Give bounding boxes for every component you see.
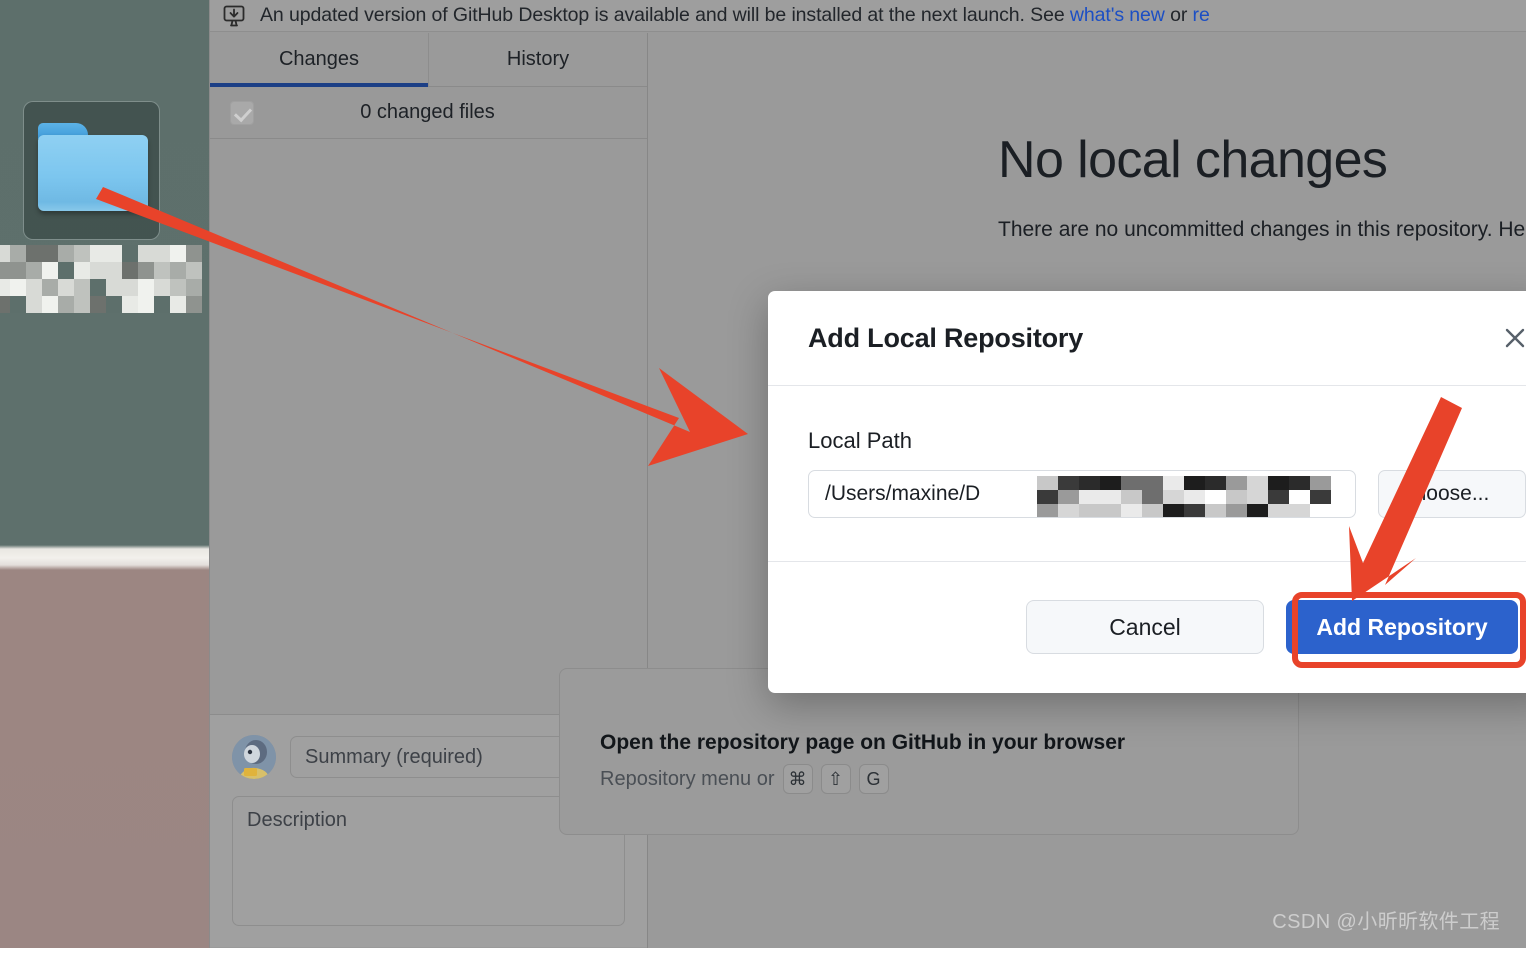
release-notes-link[interactable]: re <box>1193 4 1210 26</box>
desktop-download-icon <box>222 5 246 27</box>
suggestion-subtitle: Repository menu or ⌘ ⇧ G <box>600 764 1258 794</box>
add-repository-button[interactable]: Add Repository <box>1286 600 1518 654</box>
dialog-footer: Cancel Add Repository <box>768 562 1526 692</box>
sidebar-tabbar: Changes History <box>210 33 647 87</box>
add-repository-button-label: Add Repository <box>1316 614 1487 641</box>
tab-history-label: History <box>507 48 569 71</box>
page-description: There are no uncommitted changes in this… <box>998 212 1526 247</box>
watermark: CSDN @小昕昕软件工程 <box>1272 905 1500 934</box>
cancel-button[interactable]: Cancel <box>1026 600 1264 654</box>
changed-files-label: 0 changed files <box>254 101 601 124</box>
cancel-button-label: Cancel <box>1109 614 1181 641</box>
local-path-value: /Users/maxine/D <box>825 482 980 506</box>
whats-new-link[interactable]: what's new <box>1070 4 1165 26</box>
description-placeholder: Description <box>247 809 347 831</box>
suggestion-title: Open the repository page on GitHub in yo… <box>600 731 1258 755</box>
dialog-body: Local Path /Users/maxine/D hoose... <box>768 386 1526 562</box>
dialog-title: Add Local Repository <box>808 323 1502 354</box>
tab-history[interactable]: History <box>428 33 647 86</box>
add-local-repository-dialog: Add Local Repository Local Path /Users/m… <box>768 291 1526 693</box>
path-row: /Users/maxine/D hoose... <box>808 470 1518 518</box>
close-icon[interactable] <box>1502 325 1526 351</box>
kbd-g-key: G <box>859 764 889 794</box>
update-banner-text: An updated version of GitHub Desktop is … <box>260 4 1210 27</box>
file-list <box>210 139 647 715</box>
choose-button-label: hoose... <box>1415 482 1490 506</box>
redacted-path-segment <box>1037 476 1333 516</box>
kbd-shift-icon: ⇧ <box>821 764 851 794</box>
suggestion-prefix: Repository menu or <box>600 768 775 791</box>
local-path-label: Local Path <box>808 428 1518 454</box>
changed-files-row[interactable]: 0 changed files <box>210 87 647 139</box>
blue-folder-icon[interactable] <box>23 101 160 240</box>
kbd-command-icon: ⌘ <box>783 764 813 794</box>
redacted-folder-label <box>0 245 206 315</box>
select-all-checkbox[interactable] <box>230 101 254 125</box>
tab-changes[interactable]: Changes <box>210 33 428 86</box>
choose-button[interactable]: hoose... <box>1378 470 1526 518</box>
tab-changes-label: Changes <box>279 48 359 71</box>
dialog-header: Add Local Repository <box>768 291 1526 386</box>
suggestion-card[interactable]: Open the repository page on GitHub in yo… <box>559 668 1299 835</box>
page-title: No local changes <box>998 133 1526 188</box>
update-banner[interactable]: An updated version of GitHub Desktop is … <box>210 0 1526 32</box>
local-path-input[interactable]: /Users/maxine/D <box>808 470 1356 518</box>
folder-glyph <box>38 123 148 211</box>
avatar <box>232 735 276 779</box>
summary-placeholder: Summary (required) <box>305 746 483 769</box>
